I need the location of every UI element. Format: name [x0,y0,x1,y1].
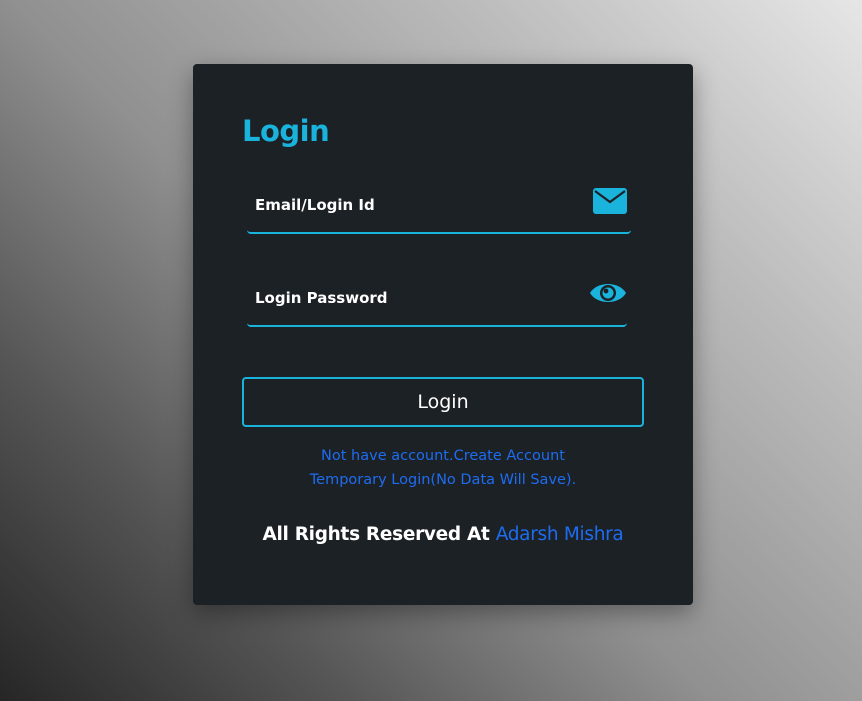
footer: All Rights Reserved At Adarsh Mishra [193,524,693,545]
account-links: Not have account.Create Account Temporar… [193,444,693,492]
envelope-icon [593,188,627,218]
eye-icon[interactable] [589,279,627,311]
create-account-link[interactable]: Not have account.Create Account [193,444,693,468]
temporary-login-link[interactable]: Temporary Login(No Data Will Save). [193,468,693,492]
login-card: Login Email/Login Id Login Password Logi… [193,64,693,605]
email-field-label: Email/Login Id [255,196,375,214]
password-field-label: Login Password [255,289,388,307]
page-title: Login [242,114,330,148]
author-link[interactable]: Adarsh Mishra [496,524,624,545]
footer-text: All Rights Reserved At [262,524,496,545]
password-field[interactable]: Login Password [247,275,627,327]
login-button[interactable]: Login [242,377,644,427]
email-field[interactable]: Email/Login Id [247,182,631,234]
